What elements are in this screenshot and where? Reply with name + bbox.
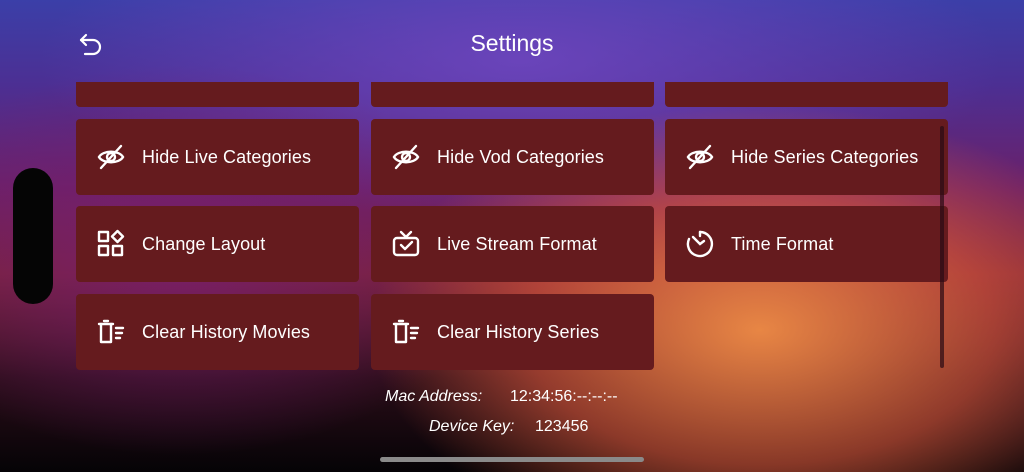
scrollbar[interactable] <box>940 126 944 368</box>
tile-label: Hide Series Categories <box>731 146 919 167</box>
tile-label: Hide Live Categories <box>142 146 312 167</box>
tile-label: Live Stream Format <box>437 233 597 254</box>
tile-label: Time Format <box>731 233 834 254</box>
tile-label: Change Layout <box>142 233 266 254</box>
layout-grid-icon <box>96 229 126 259</box>
clock-icon <box>685 229 715 259</box>
device-key-label: Device Key: <box>429 418 515 435</box>
tile-label: Hide Vod Categories <box>437 146 605 167</box>
live-stream-format-button[interactable]: Live Stream Format <box>371 206 654 282</box>
page-title: Settings <box>470 30 554 56</box>
clear-history-series-button[interactable]: Clear History Series <box>371 294 654 370</box>
trash-list-icon <box>391 317 421 347</box>
device-key-row: Device Key: 123456 <box>429 418 588 436</box>
hide-live-categories-button[interactable]: Hide Live Categories <box>76 119 359 195</box>
settings-tile-hidden[interactable] <box>371 82 654 107</box>
clear-history-movies-button[interactable]: Clear History Movies <box>76 294 359 370</box>
hide-series-categories-button[interactable]: Hide Series Categories <box>665 119 948 195</box>
time-format-button[interactable]: Time Format <box>665 206 948 282</box>
trash-list-icon <box>96 317 126 347</box>
tile-label: Clear History Series <box>437 321 600 342</box>
top-bar: Settings <box>0 0 1024 82</box>
eye-off-icon <box>391 142 421 172</box>
hide-vod-categories-button[interactable]: Hide Vod Categories <box>371 119 654 195</box>
settings-tile-hidden[interactable] <box>665 82 948 107</box>
change-layout-button[interactable]: Change Layout <box>76 206 359 282</box>
mac-address-value: 12:34:56:--:--:-- <box>510 388 618 405</box>
eye-off-icon <box>96 142 126 172</box>
settings-tile-hidden[interactable] <box>76 82 359 107</box>
mac-address-row: Mac Address: 12:34:56:--:--:-- <box>385 388 618 406</box>
home-indicator[interactable] <box>380 457 644 462</box>
device-key-value: 123456 <box>535 418 589 435</box>
mac-address-label: Mac Address: <box>385 388 483 405</box>
eye-off-icon <box>685 142 715 172</box>
tv-icon <box>391 229 421 259</box>
tile-label: Clear History Movies <box>142 321 311 342</box>
settings-grid: Hide Live Categories Hide Vod Categories… <box>0 82 1024 380</box>
